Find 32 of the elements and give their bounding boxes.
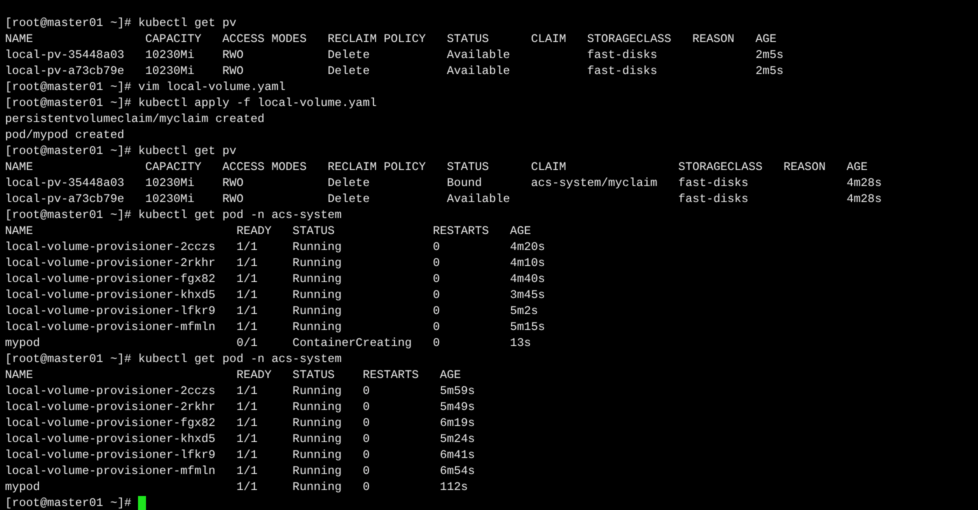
- terminal-line: local-volume-provisioner-2cczs 1/1 Running 0 4m20s: [5, 240, 546, 254]
- terminal-line: persistentvolumeclaim/myclaim created: [5, 112, 265, 126]
- terminal-line: NAME CAPACITY ACCESS MODES RECLAIM POLICY STATUS CLAIM STORAGECLASS REASON AGE: [5, 32, 777, 46]
- terminal-line: local-volume-provisioner-khxd5 1/1 Running 0 3m45s: [5, 288, 546, 302]
- terminal-line: local-pv-35448a03 10230Mi RWO Delete Bound acs-system/myclaim fast-disks 4m28s: [5, 176, 882, 190]
- terminal-line: [root@master01 ~]# vim local-volume.yaml: [5, 80, 286, 94]
- terminal-line: mypod 1/1 Running 0 112s: [5, 480, 468, 494]
- terminal-line: NAME READY STATUS RESTARTS AGE: [5, 368, 461, 382]
- terminal-line: NAME CAPACITY ACCESS MODES RECLAIM POLICY STATUS CLAIM STORAGECLASS REASON AGE: [5, 160, 868, 174]
- terminal-line: local-volume-provisioner-fgx82 1/1 Running 0 6m19s: [5, 416, 475, 430]
- terminal-line: local-volume-provisioner-mfmln 1/1 Running 0 5m15s: [5, 320, 546, 334]
- terminal-line: mypod 0/1 ContainerCreating 0 13s: [5, 336, 532, 350]
- terminal-line: local-volume-provisioner-lfkr9 1/1 Running 0 5m2s: [5, 304, 538, 318]
- terminal-line: local-pv-a73cb79e 10230Mi RWO Delete Available fast-disks 4m28s: [5, 192, 882, 206]
- terminal-line: pod/mypod created: [5, 128, 124, 142]
- terminal-line: local-volume-provisioner-2cczs 1/1 Running 0 5m59s: [5, 384, 475, 398]
- terminal-line: local-volume-provisioner-2rkhr 1/1 Running 0 5m49s: [5, 400, 475, 414]
- terminal-line: [root@master01 ~]# kubectl get pv: [5, 144, 236, 158]
- terminal-line: NAME READY STATUS RESTARTS AGE: [5, 224, 532, 238]
- terminal-line: local-pv-a73cb79e 10230Mi RWO Delete Available fast-disks 2m5s: [5, 64, 784, 78]
- terminal-line: [root@master01 ~]# kubectl get pv: [5, 16, 236, 30]
- terminal-line: local-volume-provisioner-khxd5 1/1 Running 0 5m24s: [5, 432, 475, 446]
- terminal-line: [root@master01 ~]# kubectl get pod -n acs-system: [5, 208, 342, 222]
- terminal-line: [root@master01 ~]# kubectl apply -f local-volume.yaml: [5, 96, 377, 110]
- terminal-line: local-volume-provisioner-fgx82 1/1 Running 0 4m40s: [5, 272, 546, 286]
- terminal-line: local-volume-provisioner-mfmln 1/1 Running 0 6m54s: [5, 464, 475, 478]
- text-cursor: [138, 496, 146, 510]
- terminal-line: local-volume-provisioner-2rkhr 1/1 Running 0 4m10s: [5, 256, 546, 270]
- shell-prompt: [root@master01 ~]#: [5, 495, 132, 510]
- terminal-line: [root@master01 ~]# kubectl get pod -n acs-system: [5, 352, 342, 366]
- terminal-line: local-pv-35448a03 10230Mi RWO Delete Available fast-disks 2m5s: [5, 48, 784, 62]
- terminal-line: local-volume-provisioner-lfkr9 1/1 Running 0 6m41s: [5, 448, 475, 462]
